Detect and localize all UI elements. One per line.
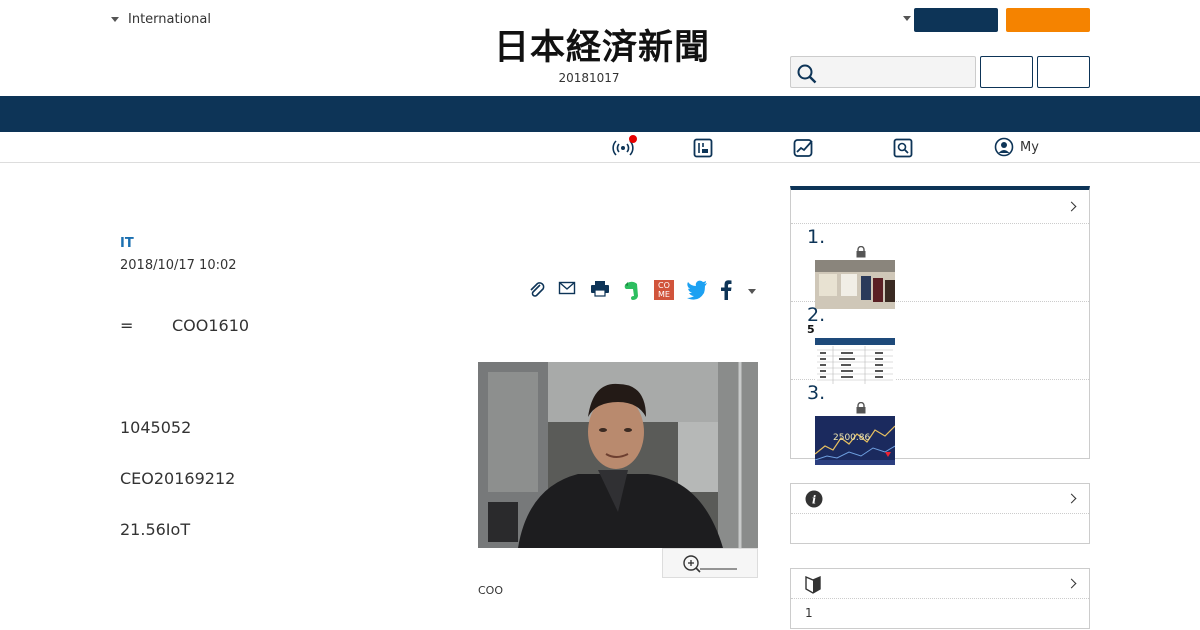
article-photo[interactable] (478, 362, 758, 548)
chevron-right-icon (1066, 201, 1077, 212)
header-button-2[interactable] (1037, 56, 1090, 88)
caret-down-icon (111, 17, 119, 22)
article-published-date: 2018/10/17 10:02 (120, 258, 237, 273)
beginner-item[interactable]: 1 (805, 606, 813, 620)
ranking-header[interactable] (791, 190, 1089, 224)
clip-icon[interactable] (528, 280, 546, 304)
edition-label: International (128, 12, 211, 27)
photo-caption: COO (478, 584, 503, 597)
zoom-in-icon (683, 555, 737, 573)
user-icon (994, 137, 1014, 157)
lock-icon (856, 402, 866, 414)
info-icon: i (805, 490, 823, 508)
ranking-number: 3. (807, 382, 826, 404)
caret-down-icon[interactable] (903, 16, 911, 21)
my-label: My (1020, 139, 1039, 155)
search-input[interactable] (790, 56, 976, 88)
chevron-right-icon (1066, 493, 1077, 504)
chevron-right-icon (1066, 578, 1077, 589)
ranking-number: 1. (807, 226, 826, 248)
market-icon[interactable] (793, 138, 815, 162)
info-panel-header[interactable]: i (791, 484, 1089, 514)
search-icon (797, 64, 817, 84)
article-category[interactable]: IT (120, 236, 134, 251)
newspaper-icon[interactable] (693, 138, 713, 162)
main-nav-bar (0, 96, 1200, 132)
article-paragraph: 1045052 (120, 418, 192, 437)
live-notification-dot (629, 135, 637, 143)
beginner-panel: 1 (790, 568, 1090, 629)
svg-text:i: i (812, 494, 816, 507)
ranking-panel: 1. 2. 5 3. 2500.86 (790, 186, 1090, 465)
print-icon[interactable] (590, 280, 610, 302)
evernote-icon[interactable] (623, 280, 641, 306)
beginner-panel-header[interactable] (791, 569, 1089, 599)
sub-nav: My (0, 132, 1200, 163)
subscribe-button[interactable] (1006, 8, 1090, 32)
mail-icon[interactable] (558, 280, 576, 300)
site-logo[interactable]: 日本経済新聞 (452, 28, 752, 68)
come-icon[interactable]: CO ME (654, 280, 674, 300)
issue-date: 20181017 (558, 71, 620, 85)
login-button[interactable] (914, 8, 998, 32)
thumbnail-value: 2500.86 (833, 433, 870, 443)
lead-symbol: = (120, 316, 134, 335)
photo-zoom-button[interactable] (662, 548, 758, 578)
ranking-item[interactable]: 2. 5 (791, 302, 1089, 387)
header-button-1[interactable] (980, 56, 1033, 88)
ranking-thumbnail: 2500.86 (815, 416, 895, 465)
article-paragraph: CEO20169212 (120, 469, 236, 488)
edition-selector[interactable]: International (111, 12, 211, 27)
more-caret-icon[interactable] (748, 289, 756, 294)
ranking-item[interactable]: 1. (791, 224, 1089, 309)
info-panel: i (790, 483, 1090, 544)
search-news-icon[interactable] (893, 138, 913, 162)
beginner-mark-icon (805, 575, 821, 594)
site-header: International 日本経済新聞 20181017 (0, 0, 1200, 96)
lock-icon (856, 246, 866, 258)
lead-text: COO1610 (172, 316, 250, 335)
twitter-icon[interactable] (686, 280, 708, 304)
ranking-sub-number: 5 (807, 323, 815, 336)
my-page-link[interactable]: My (994, 137, 1039, 157)
facebook-icon[interactable] (720, 280, 732, 304)
ranking-item[interactable]: 3. 2500.86 (791, 380, 1089, 465)
article-paragraph: 21.56IoT (120, 520, 191, 539)
